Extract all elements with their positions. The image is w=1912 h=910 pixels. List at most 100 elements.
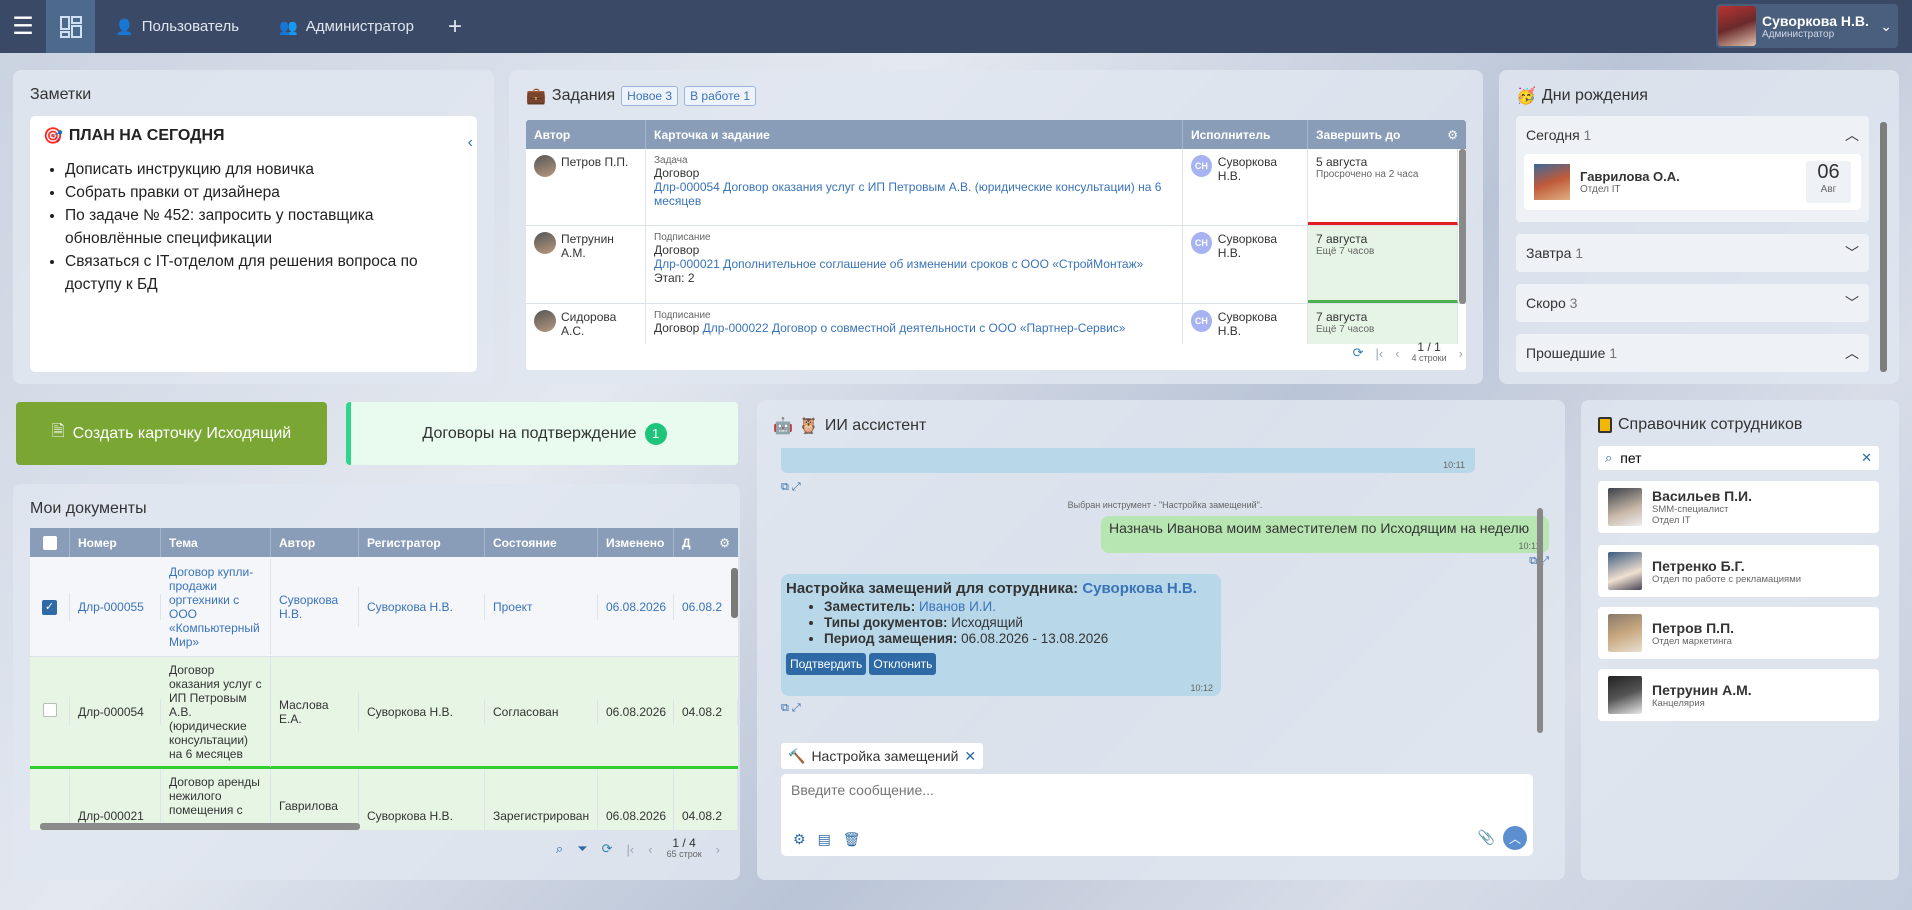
task-due: 7 августа: [1316, 310, 1368, 324]
avatar: [1608, 614, 1642, 652]
notes-title: Заметки: [30, 86, 92, 103]
doc-d: 04.08.2: [674, 698, 738, 725]
col-author[interactable]: Автор: [526, 120, 646, 149]
add-tab-button[interactable]: +: [434, 13, 476, 41]
confirm-button[interactable]: Подтвердить: [786, 653, 867, 675]
first-page-icon[interactable]: |‹: [627, 842, 635, 857]
col-state[interactable]: Состояние: [485, 528, 598, 557]
directory-search-input[interactable]: [1620, 450, 1854, 466]
vertical-scrollbar[interactable]: [731, 568, 738, 618]
bday-soon-header[interactable]: Скоро 3 ﹀: [1516, 284, 1869, 322]
table-row[interactable]: Длр-000021 Договор аренды нежилого помещ…: [30, 769, 738, 830]
doc-topic[interactable]: Договор купли-продажи оргтехники с ООО «…: [161, 558, 271, 655]
copy-icon[interactable]: ⧉: [781, 481, 789, 493]
table-row[interactable]: Сидорова А.С. Подписание Договор Длр-0000…: [526, 304, 1466, 344]
attach-icon[interactable]: 📎: [1478, 829, 1495, 846]
contracts-approval-button[interactable]: Договоры на подтверждение 1: [346, 402, 738, 465]
card-employee[interactable]: Суворкова Н.В.: [1082, 580, 1197, 597]
doc-number[interactable]: Длр-000055: [70, 593, 161, 620]
deputy-value[interactable]: Иванов И.И.: [919, 599, 996, 614]
horizontal-scrollbar[interactable]: [40, 823, 360, 830]
bday-today-header[interactable]: Сегодня 1 ︿: [1516, 116, 1869, 154]
search-icon[interactable]: ⌕: [556, 841, 563, 857]
chat-scrollbar[interactable]: [1537, 508, 1543, 733]
col-changed[interactable]: Изменено: [598, 528, 674, 557]
notes-card[interactable]: 🎯 ПЛАН НА СЕГОДНЯ Дописать инструкцию дл…: [30, 116, 477, 372]
filter-icon[interactable]: ⏷: [577, 841, 587, 857]
user-message-text: Назначь Иванова моим заместителем по Исх…: [1109, 520, 1530, 536]
collapse-icon[interactable]: ‹: [468, 134, 473, 152]
col-card[interactable]: Карточка и задание: [646, 120, 1183, 149]
employee-card[interactable]: Петрунин А.М. Канцелярия: [1598, 669, 1879, 721]
first-page-icon[interactable]: |‹: [1375, 346, 1383, 361]
send-button[interactable]: ︿: [1503, 826, 1527, 850]
tool-chip[interactable]: 🔨 Настройка замещений ✕: [781, 743, 984, 769]
tab-user[interactable]: 👤 Пользователь: [95, 0, 259, 53]
prev-page-icon[interactable]: ‹: [648, 842, 652, 857]
create-outgoing-button[interactable]: 🗎 Создать карточку Исходящий: [16, 402, 327, 465]
col-d[interactable]: Д ⚙: [674, 528, 738, 557]
clear-icon[interactable]: ✕: [1861, 450, 1872, 466]
next-page-icon[interactable]: ›: [716, 842, 720, 857]
doc-topic[interactable]: Договор аренды нежилого помещения с: [161, 769, 271, 830]
settings-icon[interactable]: ⚙: [1447, 128, 1458, 142]
bday-card[interactable]: Гаврилова О.А. Отдел IT 06 Авг: [1524, 154, 1861, 210]
dashboard-icon[interactable]: [46, 0, 95, 53]
tasks-title: Задания: [551, 87, 616, 104]
employee-card[interactable]: Петров П.П. Отдел маркетинга: [1598, 607, 1879, 659]
table-row[interactable]: Петров П.П. Задача Договор Длр-000054 Дого…: [526, 149, 1466, 226]
doc-number[interactable]: Длр-000054: [70, 698, 161, 725]
select-all-checkbox[interactable]: [30, 528, 70, 557]
task-link[interactable]: Длр-000022 Договор о совместной деятельн…: [703, 321, 1126, 335]
col-executor[interactable]: Исполнитель: [1183, 120, 1308, 149]
row-checkbox[interactable]: [42, 703, 57, 717]
col-registrar[interactable]: Регистратор: [359, 528, 485, 557]
table-row[interactable]: ✓ Длр-000055 Договор купли-продажи оргте…: [30, 557, 738, 657]
menu-icon[interactable]: ☰: [0, 0, 46, 53]
task-executor: Суворкова Н.В.: [1217, 310, 1278, 338]
table-row[interactable]: Длр-000054 Договор оказания услуг с ИП П…: [30, 656, 738, 769]
chip-in-work[interactable]: В работе 1: [684, 86, 757, 106]
pager: 1 / 1: [1417, 340, 1441, 354]
task-link[interactable]: Длр-000021 Дополнительное соглашение об …: [654, 257, 1174, 271]
row-checkbox-checked[interactable]: ✓: [42, 599, 57, 615]
refresh-icon[interactable]: ⟳: [1353, 345, 1364, 361]
prev-page-icon[interactable]: ‹: [1395, 346, 1399, 361]
trash-icon[interactable]: 🗑: [843, 831, 861, 848]
col-number[interactable]: Номер: [70, 528, 161, 557]
employee-card[interactable]: Васильев П.И. SMM-специалист Отдел IT: [1598, 481, 1879, 533]
message-input[interactable]: [791, 782, 1491, 798]
chat-icon[interactable]: ▤: [818, 831, 831, 848]
next-page-icon[interactable]: ›: [1459, 346, 1463, 361]
doc-number[interactable]: Длр-000021: [70, 769, 161, 830]
task-due-note: Ещё 7 часов: [1316, 246, 1375, 257]
copy-icon[interactable]: ⧉: [1529, 555, 1537, 567]
doc-topic[interactable]: Договор оказания услуг с ИП Петровым А.В…: [161, 656, 271, 767]
scrollbar[interactable]: [1880, 122, 1887, 372]
scrollbar[interactable]: [1459, 149, 1466, 304]
user-menu[interactable]: Суворкова Н.В. Администратор ⌄: [1716, 4, 1898, 48]
col-topic[interactable]: Тема: [161, 528, 271, 557]
reject-button[interactable]: Отклонить: [869, 653, 937, 675]
expand-icon[interactable]: ⤢: [792, 702, 801, 714]
expand-icon[interactable]: ⤢: [792, 481, 801, 493]
table-row[interactable]: Петрунин А.М. Подписание Договор Длр-00002…: [526, 226, 1466, 304]
bday-past-header[interactable]: Прошедшие 1 ︿: [1516, 334, 1869, 372]
bday-tomorrow-header[interactable]: Завтра 1 ﹀: [1516, 234, 1869, 272]
refresh-icon[interactable]: ⟳: [602, 841, 613, 857]
tab-user-label: Пользователь: [141, 18, 240, 35]
task-link[interactable]: Длр-000054 Договор оказания услуг с ИП П…: [654, 180, 1174, 208]
employee-card[interactable]: Петренко Б.Г. Отдел по работе с рекламаци…: [1598, 545, 1879, 597]
col-due[interactable]: Завершить до ⚙: [1308, 120, 1466, 149]
settings-icon[interactable]: ⚙: [793, 831, 806, 848]
row-count: 65 строк: [666, 849, 702, 859]
close-icon[interactable]: ✕: [964, 748, 976, 765]
bday-today-label: Сегодня: [1526, 127, 1580, 143]
executor-badge: СН: [1191, 232, 1212, 254]
task-type: Подписание: [654, 232, 711, 243]
tab-admin[interactable]: 👥 Администратор: [259, 0, 434, 53]
col-author[interactable]: Автор: [271, 528, 359, 557]
settings-icon[interactable]: ⚙: [719, 536, 730, 550]
chip-new[interactable]: Новое 3: [621, 86, 679, 106]
copy-icon[interactable]: ⧉: [781, 702, 789, 714]
